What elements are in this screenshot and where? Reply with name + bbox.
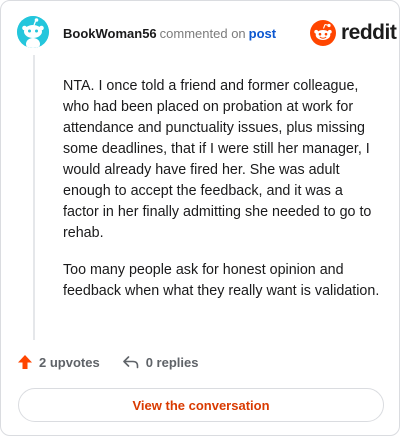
comment-paragraph: Too many people ask for honest opinion a… [63, 262, 380, 299]
reddit-logo[interactable]: reddit [310, 20, 397, 46]
post-link[interactable]: post [249, 26, 276, 41]
commented-on-label: commented on [159, 26, 246, 41]
snoo-avatar-icon [17, 16, 49, 48]
comment-paragraph: NTA. I once told a friend and former col… [63, 78, 372, 241]
reply-arrow-icon [122, 356, 138, 369]
upvote-count: 2 upvotes [39, 354, 100, 370]
comment-body: NTA. I once told a friend and former col… [63, 76, 381, 318]
reddit-alien-icon [310, 20, 336, 46]
reddit-wordmark: reddit [341, 21, 397, 44]
thread-line [33, 55, 35, 340]
upvote-arrow-icon [18, 355, 32, 369]
avatar[interactable] [17, 16, 49, 48]
comment-header: BookWoman56 commented on post [63, 26, 276, 42]
comment-actions: 2 upvotes 0 replies [17, 354, 198, 370]
reply-count: 0 replies [145, 354, 199, 370]
reply-action[interactable]: 0 replies [122, 354, 199, 370]
upvote-action[interactable]: 2 upvotes [17, 354, 100, 370]
username[interactable]: BookWoman56 [63, 26, 157, 41]
view-conversation-button[interactable]: View the conversation [18, 388, 384, 422]
embedded-comment-card: BookWoman56 commented on post reddit NTA. … [0, 0, 400, 436]
